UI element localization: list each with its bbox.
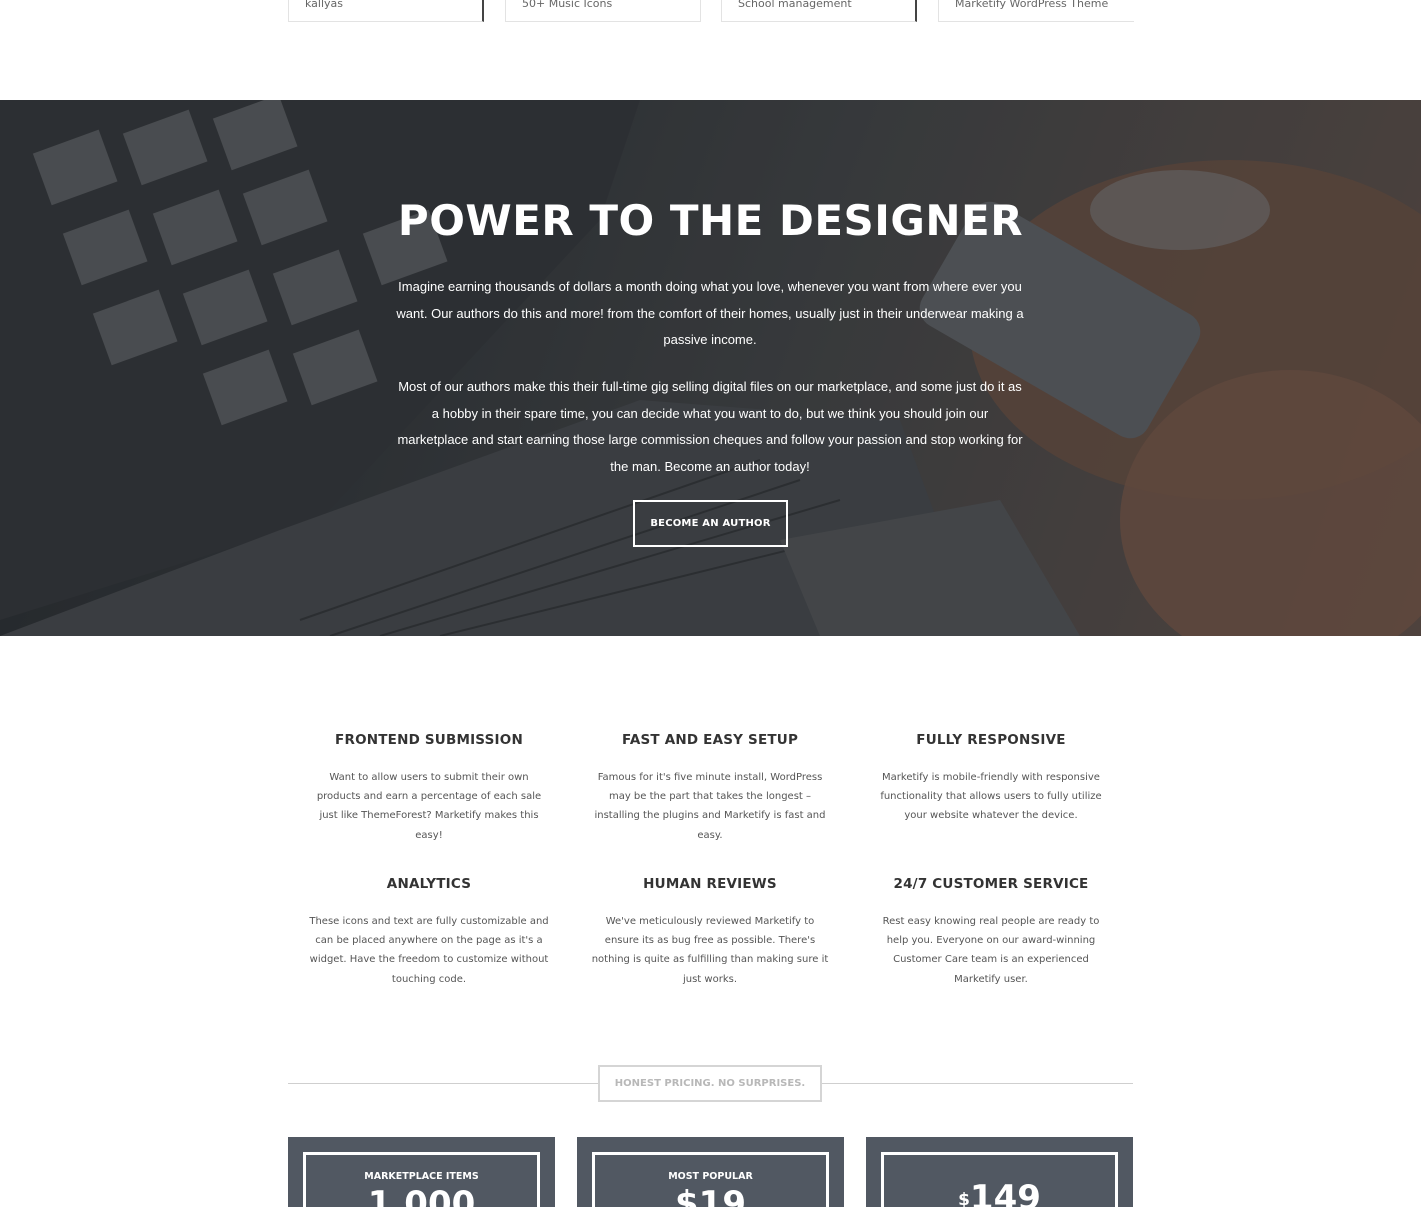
pricing-card-value: 1,000 bbox=[367, 1184, 476, 1224]
become-an-author-button[interactable]: BECOME AN AUTHOR bbox=[633, 500, 788, 547]
feature-text: Marketify is mobile-friendly with respon… bbox=[880, 772, 1102, 822]
price-amount: 149 bbox=[969, 1178, 1041, 1218]
feature-analytics: ANALYTICS These icons and text are fully… bbox=[304, 876, 554, 989]
product-card-title: Marketify WordPress Theme bbox=[955, 0, 1109, 10]
product-card-music-icons[interactable]: 50+ Music Icons bbox=[505, 0, 701, 22]
pricing-card-price-value: $149 bbox=[884, 1181, 1115, 1215]
product-card-title: 50+ Music Icons bbox=[522, 0, 613, 10]
hero-paragraph-2: Most of our authors make this their full… bbox=[397, 379, 1023, 475]
currency-symbol: $ bbox=[958, 1190, 970, 1210]
feature-customer-service: 24/7 CUSTOMER SERVICE Rest easy knowing … bbox=[866, 876, 1116, 989]
pricing-card-frame: $149 bbox=[881, 1152, 1118, 1225]
feature-title: 24/7 CUSTOMER SERVICE bbox=[893, 876, 1089, 892]
feature-fully-responsive: FULLY RESPONSIVE Marketify is mobile-fri… bbox=[866, 732, 1116, 826]
feature-title: ANALYTICS bbox=[386, 876, 472, 892]
feature-text: Famous for it's five minute install, Wor… bbox=[594, 772, 826, 841]
product-card-kallyas[interactable]: kallyas bbox=[288, 0, 484, 22]
product-card-title: kallyas bbox=[305, 0, 344, 10]
product-card-title: School management bbox=[738, 0, 852, 10]
feature-text: These icons and text are fully customiza… bbox=[309, 916, 549, 985]
feature-text: Rest easy knowing real people are ready … bbox=[882, 916, 1100, 985]
feature-frontend-submission: FRONTEND SUBMISSION Want to allow users … bbox=[304, 732, 554, 845]
feature-title: HUMAN REVIEWS bbox=[643, 876, 777, 892]
feature-title: FAST AND EASY SETUP bbox=[621, 732, 799, 748]
feature-title: FULLY RESPONSIVE bbox=[916, 732, 1066, 748]
pricing-card-frame: MARKETPLACE ITEMS 1,000 bbox=[303, 1152, 540, 1225]
hero-section: POWER TO THE DESIGNER Imagine earning th… bbox=[0, 100, 1421, 636]
pricing-card-value: $19 bbox=[675, 1184, 746, 1224]
top-product-row: kallyas 50+ Music Icons School managemen… bbox=[288, 0, 1134, 24]
hero-title: POWER TO THE DESIGNER bbox=[397, 196, 1024, 245]
pricing-card-marketplace-items: MARKETPLACE ITEMS 1,000 bbox=[288, 1137, 555, 1225]
hero-paragraph-1: Imagine earning thousands of dollars a m… bbox=[396, 279, 1024, 348]
pricing-card-frame: MOST POPULAR $19 bbox=[592, 1152, 829, 1225]
hero-overlay bbox=[0, 100, 1421, 636]
pricing-card-most-popular: MOST POPULAR $19 bbox=[577, 1137, 844, 1225]
product-card-marketify-theme[interactable]: Marketify WordPress Theme bbox=[938, 0, 1134, 22]
feature-human-reviews: HUMAN REVIEWS We've meticulously reviewe… bbox=[585, 876, 835, 989]
pricing-card-price: $149 bbox=[866, 1137, 1133, 1225]
feature-text: We've meticulously reviewed Marketify to… bbox=[591, 916, 829, 985]
pricing-card-title: MOST POPULAR bbox=[668, 1171, 753, 1182]
feature-fast-easy-setup: FAST AND EASY SETUP Famous for it's five… bbox=[585, 732, 835, 845]
feature-text: Want to allow users to submit their own … bbox=[316, 772, 542, 841]
product-card-school-management[interactable]: School management bbox=[721, 0, 917, 22]
feature-title: FRONTEND SUBMISSION bbox=[335, 732, 523, 748]
pricing-label: HONEST PRICING. NO SURPRISES. bbox=[598, 1065, 822, 1102]
pricing-card-title: MARKETPLACE ITEMS bbox=[364, 1171, 479, 1182]
